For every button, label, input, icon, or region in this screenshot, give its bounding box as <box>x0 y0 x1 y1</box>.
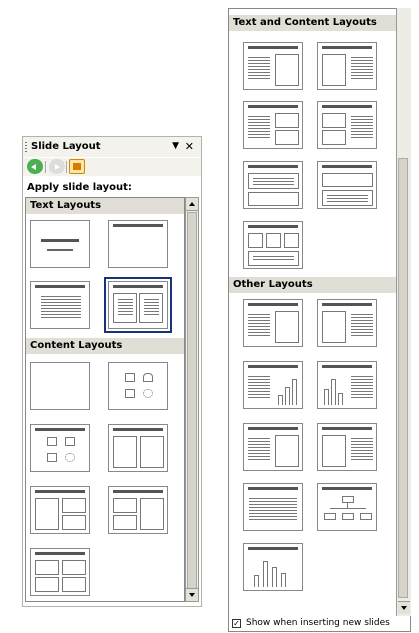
show-when-inserting-label[interactable]: Show when inserting new slides <box>246 618 390 628</box>
layout-title-two-column-text[interactable] <box>104 277 172 333</box>
forward-icon[interactable] <box>49 159 65 174</box>
section-header-text-and-content-layouts: Text and Content Layouts <box>229 15 401 31</box>
scroll-up-arrow-icon[interactable] <box>186 198 198 211</box>
layout-title-and-table[interactable] <box>243 483 303 531</box>
scroll-down-arrow-icon[interactable] <box>398 601 410 614</box>
layout-title-chart-and-text[interactable] <box>317 361 377 409</box>
task-pane-title: Slide Layout <box>31 141 101 152</box>
layout-title-media-clip-and-text[interactable] <box>317 423 377 471</box>
layout-content[interactable] <box>108 362 168 410</box>
apply-layout-label: Apply slide layout: <box>27 182 132 193</box>
layout-title-and-content[interactable] <box>30 424 90 472</box>
back-icon[interactable] <box>27 159 43 174</box>
layout-title-and-four-content[interactable] <box>30 548 90 596</box>
slide-layout-task-pane: Slide Layout ▼ ✕ Apply slide layout: Tex… <box>22 136 202 607</box>
layout-title-slide[interactable] <box>30 220 90 268</box>
layout-title-text-and-clip-art[interactable] <box>243 299 303 347</box>
layout-title-two-content-and-text[interactable] <box>317 101 377 149</box>
layout-title-and-diagram[interactable] <box>317 483 377 531</box>
section-header-text-layouts: Text Layouts <box>26 198 184 214</box>
layout-list-scrollbar[interactable] <box>185 197 199 602</box>
drag-grip-icon[interactable] <box>25 142 27 153</box>
task-pane-titlebar: Slide Layout ▼ ✕ <box>23 137 201 157</box>
layout-title-two-content-over-text[interactable] <box>243 221 303 269</box>
separator <box>66 161 67 173</box>
layout-title-content-over-text[interactable] <box>243 161 303 209</box>
home-icon[interactable] <box>69 159 85 174</box>
section-header-content-layouts: Content Layouts <box>26 338 184 354</box>
layout-title-and-two-content[interactable] <box>108 424 168 472</box>
layout-title-and-chart[interactable] <box>243 543 303 591</box>
right-list-scrollbar[interactable] <box>396 8 411 616</box>
section-header-other-layouts: Other Layouts <box>229 277 401 293</box>
layout-title-content-and-two-content[interactable] <box>30 486 90 534</box>
scroll-thumb[interactable] <box>398 158 408 598</box>
layout-list-scrolled: Text and Content Layouts Other Layouts <box>228 8 411 632</box>
layout-title-clip-art-and-text[interactable] <box>317 299 377 347</box>
scroll-down-arrow-icon[interactable] <box>186 588 198 601</box>
layout-title-content-and-text[interactable] <box>317 42 377 90</box>
layout-title-text-and-content[interactable] <box>243 42 303 90</box>
layout-title-text-and-chart[interactable] <box>243 361 303 409</box>
layout-title-text-and-media-clip[interactable] <box>243 423 303 471</box>
show-when-inserting-checkbox[interactable]: ✓ <box>232 619 241 628</box>
layout-title-only[interactable] <box>108 220 168 268</box>
layout-title-text-over-content[interactable] <box>317 161 377 209</box>
layout-title-two-content-and-content[interactable] <box>108 486 168 534</box>
layout-list: Text Layouts Content Layouts <box>25 197 185 602</box>
show-when-inserting-row[interactable]: ✓ Show when inserting new slides <box>232 617 402 631</box>
layout-title-and-text[interactable] <box>30 281 90 329</box>
layout-title-text-and-two-content[interactable] <box>243 101 303 149</box>
menu-arrow-icon[interactable]: ▼ <box>172 141 179 151</box>
layout-blank[interactable] <box>30 362 90 410</box>
separator <box>45 161 46 173</box>
scroll-thumb[interactable] <box>187 212 197 590</box>
navigation-bar <box>23 158 201 176</box>
close-icon[interactable]: ✕ <box>185 140 194 153</box>
